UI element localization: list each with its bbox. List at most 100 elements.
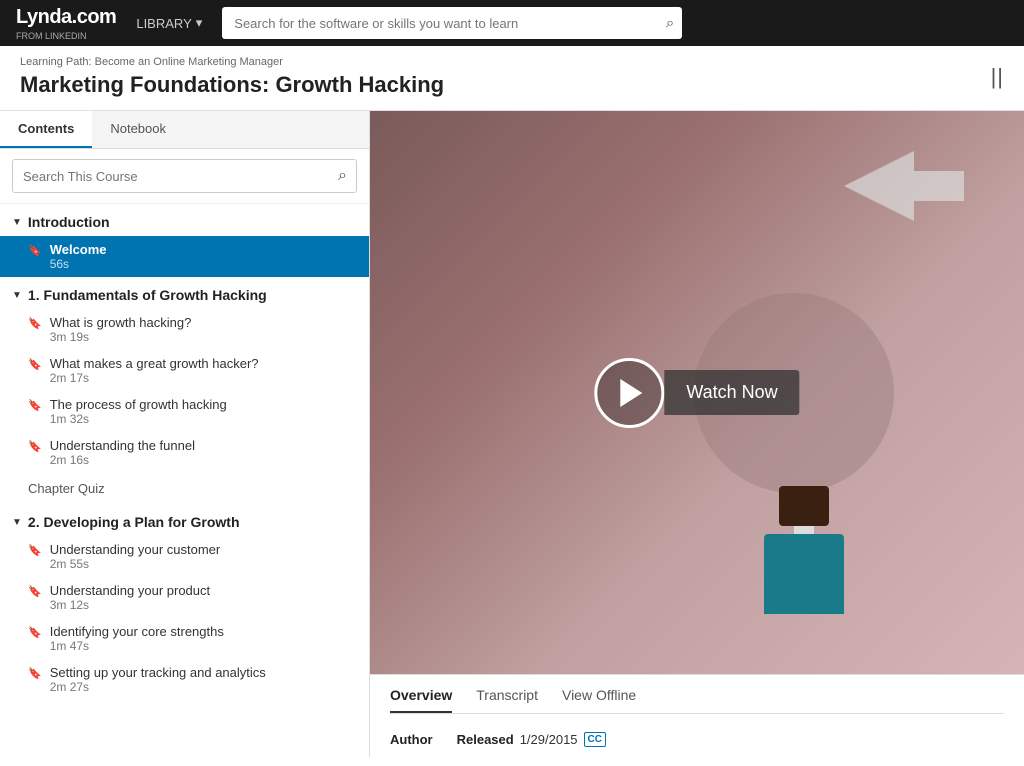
cc-badge: CC: [584, 732, 606, 747]
page-title: Marketing Foundations: Growth Hacking: [20, 72, 444, 98]
bookmark-icon: 🔖: [28, 244, 42, 257]
bookmark-icon: 🔖: [28, 317, 42, 330]
tab-notebook[interactable]: Notebook: [92, 111, 184, 148]
library-button[interactable]: LIBRARY ▾: [128, 15, 210, 31]
item-title: Understanding your product: [50, 583, 210, 598]
list-item[interactable]: 🔖 The process of growth hacking 1m 32s: [0, 391, 369, 432]
sidebar-toggle-button[interactable]: ||: [991, 64, 1004, 90]
arrow-graphic: [844, 151, 964, 221]
item-title: Identifying your core strengths: [50, 624, 224, 639]
item-duration: 3m 12s: [50, 598, 210, 612]
play-button[interactable]: Watch Now: [594, 358, 799, 428]
item-info: What makes a great growth hacker? 2m 17s: [50, 356, 259, 385]
top-navigation: Lynda.com FROM LINKEDIN LIBRARY ▾ ⌕: [0, 0, 1024, 46]
item-duration: 56s: [50, 257, 107, 271]
item-duration: 2m 55s: [50, 557, 221, 571]
overview-meta: Author Released 1/29/2015 CC: [390, 724, 1004, 747]
item-info: Understanding your customer 2m 55s: [50, 542, 221, 571]
sidebar-content: ▼ Introduction 🔖 Welcome 56s ▼ 1. Fundam…: [0, 204, 369, 757]
item-info: Welcome 56s: [50, 242, 107, 271]
section-introduction[interactable]: ▼ Introduction: [0, 204, 369, 236]
author-label: Author: [390, 732, 433, 747]
collapse-icon: ▼: [12, 517, 22, 528]
list-item[interactable]: 🔖 Understanding your product 3m 12s: [0, 577, 369, 618]
item-info: Identifying your core strengths 1m 47s: [50, 624, 224, 653]
collapse-icon: ▼: [12, 217, 22, 228]
bookmark-icon: 🔖: [28, 544, 42, 557]
released-date: 1/29/2015: [520, 732, 578, 747]
tab-contents[interactable]: Contents: [0, 111, 92, 148]
tab-transcript[interactable]: Transcript: [476, 687, 538, 713]
bookmark-icon: 🔖: [28, 399, 42, 412]
section-fundamentals[interactable]: ▼ 1. Fundamentals of Growth Hacking: [0, 277, 369, 309]
bookmark-icon: 🔖: [28, 358, 42, 371]
sidebar: Contents Notebook ⌕ ▼ Introduction 🔖 Wel…: [0, 111, 370, 757]
section-title: 1. Fundamentals of Growth Hacking: [28, 287, 267, 303]
logo-subtitle: FROM LINKEDIN: [16, 31, 116, 41]
section-plan-for-growth[interactable]: ▼ 2. Developing a Plan for Growth: [0, 504, 369, 536]
bookmark-icon: 🔖: [28, 667, 42, 680]
list-item[interactable]: 🔖 Identifying your core strengths 1m 47s: [0, 618, 369, 659]
bookmark-icon: 🔖: [28, 626, 42, 639]
char-torso: [764, 534, 844, 614]
play-circle: [594, 358, 664, 428]
main-layout: Contents Notebook ⌕ ▼ Introduction 🔖 Wel…: [0, 111, 1024, 757]
item-duration: 2m 27s: [50, 680, 266, 694]
logo-text: Lynda.com: [16, 6, 116, 29]
course-search-container: ⌕: [0, 149, 369, 204]
overview-tabs: Overview Transcript View Offline: [390, 687, 1004, 714]
page-header: Learning Path: Become an Online Marketin…: [0, 46, 1024, 111]
item-title: What is growth hacking?: [50, 315, 192, 330]
tab-view-offline[interactable]: View Offline: [562, 687, 636, 713]
chapter-quiz-label: Chapter Quiz: [0, 473, 369, 504]
item-info: What is growth hacking? 3m 19s: [50, 315, 192, 344]
item-duration: 2m 17s: [50, 371, 259, 385]
char-head: [779, 486, 829, 526]
character: [764, 486, 844, 614]
chevron-down-icon: ▾: [196, 15, 203, 31]
list-item[interactable]: 🔖 Understanding your customer 2m 55s: [0, 536, 369, 577]
item-info: Setting up your tracking and analytics 2…: [50, 665, 266, 694]
content-panel: Watch Now Overview Transcript View Offli…: [370, 111, 1024, 757]
item-duration: 3m 19s: [50, 330, 192, 344]
tab-overview[interactable]: Overview: [390, 687, 452, 713]
item-title: Understanding your customer: [50, 542, 221, 557]
item-title: Understanding the funnel: [50, 438, 195, 453]
list-item[interactable]: 🔖 Welcome 56s: [0, 236, 369, 277]
section-title: Introduction: [28, 214, 110, 230]
item-title: The process of growth hacking: [50, 397, 227, 412]
item-duration: 1m 32s: [50, 412, 227, 426]
bookmark-icon: 🔖: [28, 440, 42, 453]
breadcrumb: Learning Path: Become an Online Marketin…: [20, 56, 444, 68]
item-title: Welcome: [50, 242, 107, 257]
logo: Lynda.com FROM LINKEDIN: [16, 6, 116, 41]
video-area: Watch Now: [370, 111, 1024, 674]
overview-area: Overview Transcript View Offline Author …: [370, 674, 1024, 757]
item-info: The process of growth hacking 1m 32s: [50, 397, 227, 426]
bookmark-icon: 🔖: [28, 585, 42, 598]
item-title: What makes a great growth hacker?: [50, 356, 259, 371]
list-item[interactable]: 🔖 Understanding the funnel 2m 16s: [0, 432, 369, 473]
course-search-icon[interactable]: ⌕: [338, 167, 347, 185]
item-title: Setting up your tracking and analytics: [50, 665, 266, 680]
list-item[interactable]: 🔖 Setting up your tracking and analytics…: [0, 659, 369, 700]
header-info: Learning Path: Become an Online Marketin…: [20, 56, 444, 98]
item-duration: 1m 47s: [50, 639, 224, 653]
nav-search-icon[interactable]: ⌕: [666, 15, 674, 32]
collapse-icon: ▼: [12, 290, 22, 301]
released-label: Released: [457, 732, 514, 747]
item-info: Understanding the funnel 2m 16s: [50, 438, 195, 467]
list-item[interactable]: 🔖 What makes a great growth hacker? 2m 1…: [0, 350, 369, 391]
watch-now-label: Watch Now: [664, 370, 799, 415]
play-triangle-icon: [620, 379, 642, 407]
section-title: 2. Developing a Plan for Growth: [28, 514, 240, 530]
released-info: Released 1/29/2015 CC: [457, 732, 606, 747]
nav-search-container: ⌕: [222, 7, 682, 39]
course-search-input[interactable]: [12, 159, 357, 193]
library-label: LIBRARY: [136, 16, 191, 31]
item-info: Understanding your product 3m 12s: [50, 583, 210, 612]
nav-search-input[interactable]: [222, 7, 682, 39]
item-duration: 2m 16s: [50, 453, 195, 467]
sidebar-tabs: Contents Notebook: [0, 111, 369, 149]
list-item[interactable]: 🔖 What is growth hacking? 3m 19s: [0, 309, 369, 350]
